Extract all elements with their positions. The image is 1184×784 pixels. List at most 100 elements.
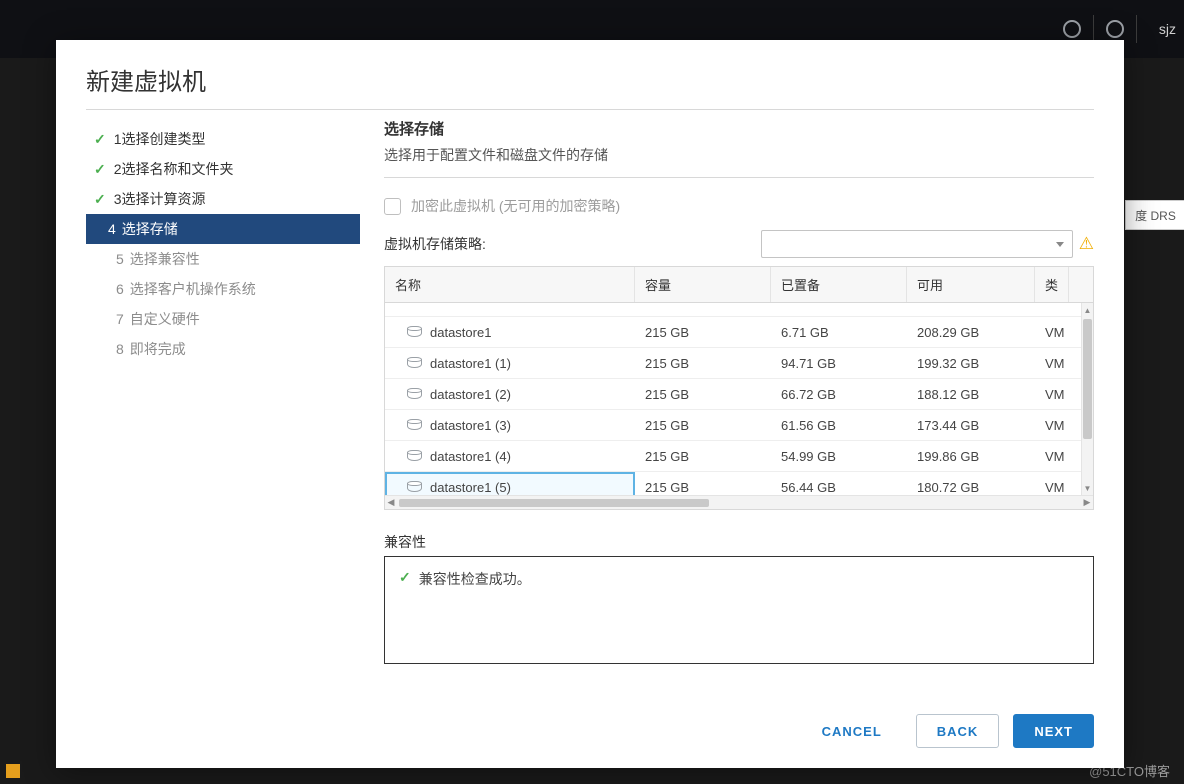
back-button[interactable]: BACK bbox=[916, 714, 1000, 748]
wizard-step-4[interactable]: 4 选择存储 bbox=[86, 214, 360, 244]
table-row[interactable]: datastore1 (5) 215 GB56.44 GB180.72 GBVM bbox=[385, 472, 1093, 495]
wizard-steps-nav: ✓1 选择创建类型✓2 选择名称和文件夹✓3 选择计算资源4选择存储5选择兼容性… bbox=[86, 118, 360, 694]
datastore-icon bbox=[407, 357, 422, 369]
step-label: 自定义硬件 bbox=[130, 309, 200, 329]
encrypt-vm-row: 加密此虚拟机 (无可用的加密策略) bbox=[384, 196, 1094, 216]
datastore-table: 名称 容量 已置备 可用 类 datastore1215 GB6.71 GB20… bbox=[384, 266, 1094, 510]
col-capacity[interactable]: 容量 bbox=[635, 267, 771, 302]
wizard-footer: CANCEL BACK NEXT bbox=[86, 694, 1094, 748]
table-header: 名称 容量 已置备 可用 类 bbox=[385, 267, 1093, 303]
datastore-name: datastore1 (1) bbox=[430, 356, 511, 371]
step-number: 1 bbox=[114, 131, 122, 147]
step-label: 即将完成 bbox=[130, 339, 186, 359]
cell-type: VM bbox=[1035, 410, 1069, 441]
cell-provisioned: 56.44 GB bbox=[771, 472, 907, 496]
cell-provisioned: 94.71 GB bbox=[771, 348, 907, 379]
scroll-thumb[interactable] bbox=[1083, 319, 1092, 439]
datastore-name: datastore1 (5) bbox=[430, 480, 511, 495]
step-number: 3 bbox=[114, 191, 122, 207]
cell-free: 208.29 GB bbox=[907, 317, 1035, 348]
cell-free: 173.44 GB bbox=[907, 410, 1035, 441]
cell-free: 199.32 GB bbox=[907, 348, 1035, 379]
cell-free: 180.72 GB bbox=[907, 472, 1035, 496]
step-label: 选择存储 bbox=[122, 219, 178, 239]
cell-capacity: 215 GB bbox=[635, 441, 771, 472]
divider bbox=[1093, 15, 1094, 43]
step-label: 选择兼容性 bbox=[130, 249, 200, 269]
wizard-step-3[interactable]: ✓ 3 选择计算资源 bbox=[86, 184, 360, 214]
datastore-name: datastore1 bbox=[430, 325, 491, 340]
help-icon[interactable] bbox=[1106, 20, 1124, 38]
search-icon[interactable] bbox=[1063, 20, 1081, 38]
table-row[interactable]: datastore1 (2)215 GB66.72 GB188.12 GBVM bbox=[385, 379, 1093, 410]
step-number: 4 bbox=[108, 221, 116, 237]
cell-capacity: 215 GB bbox=[635, 410, 771, 441]
compatibility-message: 兼容性检查成功。 bbox=[419, 569, 531, 589]
col-type[interactable]: 类 bbox=[1035, 267, 1069, 302]
datastore-icon bbox=[407, 326, 422, 338]
encrypt-label: 加密此虚拟机 (无可用的加密策略) bbox=[411, 196, 620, 216]
scroll-down-arrow-icon[interactable]: ▼ bbox=[1082, 483, 1093, 493]
cell-type: VM bbox=[1035, 441, 1069, 472]
background-tab[interactable]: 度 DRS bbox=[1125, 200, 1184, 230]
wizard-content: 选择存储 选择用于配置文件和磁盘文件的存储 加密此虚拟机 (无可用的加密策略) … bbox=[360, 118, 1094, 694]
check-icon: ✓ bbox=[94, 131, 106, 148]
check-icon: ✓ bbox=[399, 569, 411, 586]
modal-title: 新建虚拟机 bbox=[86, 62, 1094, 110]
step-label: 选择名称和文件夹 bbox=[122, 159, 234, 179]
datastore-name: datastore1 (4) bbox=[430, 449, 511, 464]
cancel-button[interactable]: CANCEL bbox=[802, 714, 902, 748]
status-indicator bbox=[6, 764, 20, 778]
datastore-icon bbox=[407, 388, 422, 400]
table-row[interactable]: datastore1 (3) 215 GB61.56 GB173.44 GBVM bbox=[385, 410, 1093, 441]
compatibility-label: 兼容性 bbox=[384, 532, 1094, 552]
cell-type: VM bbox=[1035, 472, 1069, 496]
cell-capacity: 215 GB bbox=[635, 317, 771, 348]
wizard-step-5: 5选择兼容性 bbox=[86, 244, 360, 274]
cell-provisioned: 6.71 GB bbox=[771, 317, 907, 348]
cell-capacity: 215 GB bbox=[635, 472, 771, 496]
datastore-name: datastore1 (3) bbox=[430, 418, 511, 433]
user-label[interactable]: sjz bbox=[1149, 21, 1176, 37]
cell-capacity: 215 GB bbox=[635, 348, 771, 379]
cell-type: VM bbox=[1035, 317, 1069, 348]
table-row[interactable]: datastore1 (1) 215 GB94.71 GB199.32 GBVM bbox=[385, 348, 1093, 379]
cell-provisioned: 61.56 GB bbox=[771, 410, 907, 441]
step-label: 选择客户机操作系统 bbox=[130, 279, 256, 299]
cell-free: 199.86 GB bbox=[907, 441, 1035, 472]
wizard-step-7: 7 自定义硬件 bbox=[86, 304, 360, 334]
step-number: 2 bbox=[114, 161, 122, 177]
wizard-step-8: 8即将完成 bbox=[86, 334, 360, 364]
step-number: 7 bbox=[116, 311, 124, 327]
cell-provisioned: 66.72 GB bbox=[771, 379, 907, 410]
step-number: 6 bbox=[116, 281, 124, 297]
divider bbox=[1136, 15, 1137, 43]
wizard-step-2[interactable]: ✓2 选择名称和文件夹 bbox=[86, 154, 360, 184]
new-vm-wizard-modal: 新建虚拟机 ✓1 选择创建类型✓2 选择名称和文件夹✓3 选择计算资源4选择存储… bbox=[56, 40, 1124, 768]
next-button[interactable]: NEXT bbox=[1013, 714, 1094, 748]
datastore-name: datastore1 (2) bbox=[430, 387, 511, 402]
scroll-left-arrow-icon[interactable]: ◀ bbox=[385, 497, 397, 508]
wizard-step-1[interactable]: ✓1 选择创建类型 bbox=[86, 124, 360, 154]
datastore-icon bbox=[407, 419, 422, 431]
col-name[interactable]: 名称 bbox=[385, 267, 635, 302]
check-icon: ✓ bbox=[94, 191, 106, 208]
table-row[interactable]: datastore1 (4) 215 GB54.99 GB199.86 GBVM bbox=[385, 441, 1093, 472]
cell-free: 188.12 GB bbox=[907, 379, 1035, 410]
table-row[interactable]: datastore1 215 GB6.71 GB208.29 GBVM bbox=[385, 317, 1093, 348]
scroll-right-arrow-icon[interactable]: ▶ bbox=[1081, 497, 1093, 508]
storage-policy-select[interactable] bbox=[761, 230, 1073, 258]
col-provisioned[interactable]: 已置备 bbox=[771, 267, 907, 302]
vertical-scrollbar[interactable]: ▲ ▼ bbox=[1081, 303, 1093, 495]
col-free[interactable]: 可用 bbox=[907, 267, 1035, 302]
cell-type: VM bbox=[1035, 348, 1069, 379]
cell-type: VM bbox=[1035, 379, 1069, 410]
table-row[interactable] bbox=[385, 303, 1093, 317]
scroll-thumb[interactable] bbox=[399, 499, 709, 507]
section-title: 选择存储 bbox=[384, 118, 1094, 139]
horizontal-scrollbar[interactable]: ◀ ▶ bbox=[385, 495, 1093, 509]
wizard-step-6: 6 选择客户机操作系统 bbox=[86, 274, 360, 304]
cell-provisioned: 54.99 GB bbox=[771, 441, 907, 472]
step-label: 选择计算资源 bbox=[122, 189, 206, 209]
scroll-up-arrow-icon[interactable]: ▲ bbox=[1082, 305, 1093, 315]
